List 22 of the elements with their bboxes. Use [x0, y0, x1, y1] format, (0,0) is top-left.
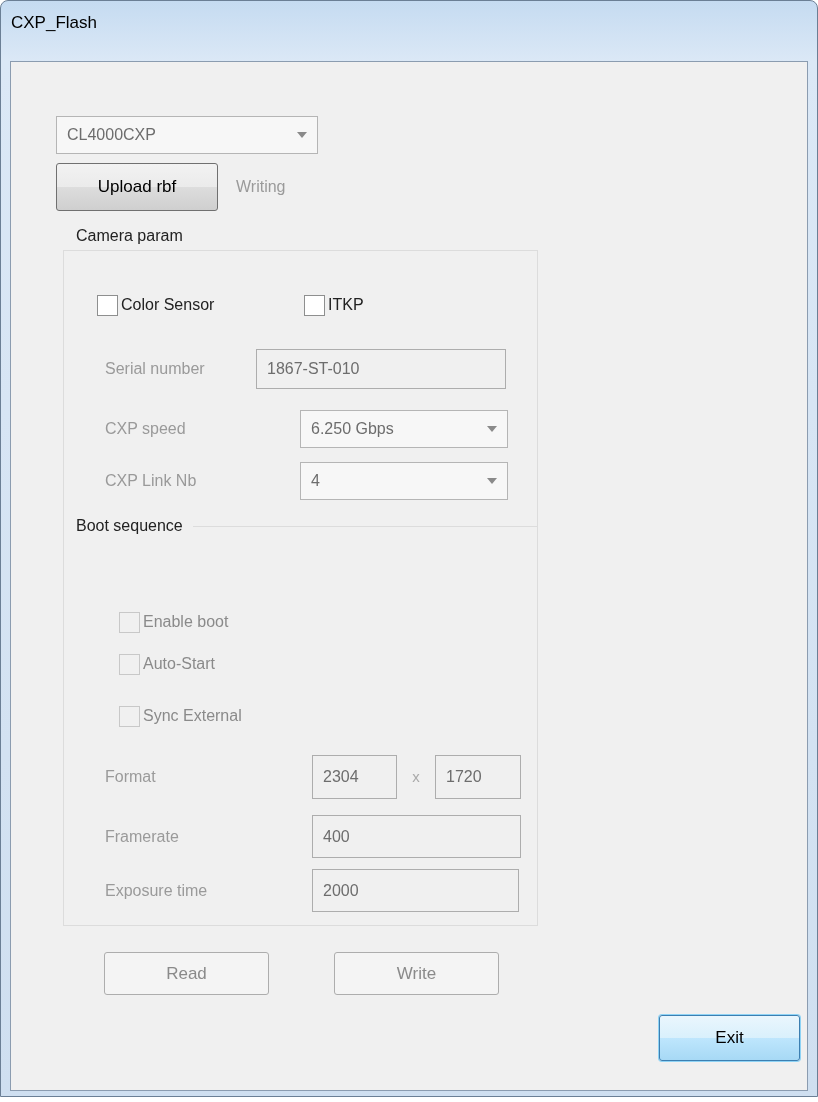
- upload-button[interactable]: Upload rbf: [56, 163, 218, 211]
- status-text: Writing: [236, 177, 286, 197]
- field-label: Serial number: [105, 359, 206, 379]
- times-sign: x: [411, 766, 421, 787]
- dropdown[interactable]: CL4000CXP: [56, 116, 318, 154]
- field-label: CXP Link Nb: [105, 471, 198, 491]
- group-title: Boot sequence: [76, 516, 183, 536]
- checkbox-label: Sync External: [143, 706, 242, 726]
- field-label: CXP speed: [105, 419, 187, 439]
- checkbox-label: Color Sensor: [121, 295, 215, 315]
- checkbox-label: ITKP: [328, 295, 364, 315]
- field-label: Exposure time: [105, 880, 209, 901]
- checkbox-label: Enable boot: [143, 612, 229, 632]
- window-title: CXP_Flash: [11, 12, 97, 35]
- dropdown-arrow-icon: [297, 132, 307, 138]
- dropdown-arrow-icon: [487, 478, 497, 484]
- field-label: Format: [105, 767, 157, 787]
- exit-button[interactable]: Exit: [659, 1015, 800, 1061]
- field-label: Framerate: [105, 826, 180, 847]
- group-title: Camera param: [76, 226, 184, 246]
- checkbox-label: Auto-Start: [143, 654, 216, 674]
- dropdown-arrow-icon: [487, 426, 497, 432]
